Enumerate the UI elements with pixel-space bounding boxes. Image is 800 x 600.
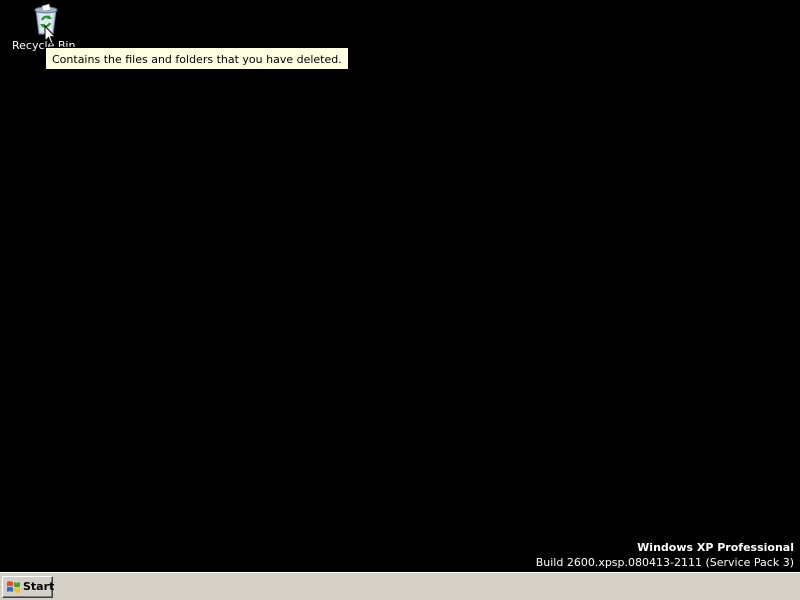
tooltip-text: Contains the files and folders that you … [52,53,342,66]
desktop[interactable]: Recycle Bin Contains the files and folde… [0,0,800,572]
taskbar[interactable]: Start [0,572,800,600]
windows-flag-icon [7,581,20,593]
start-button[interactable]: Start [2,576,55,598]
windows-build-text: Build 2600.xpsp.080413-2111 (Service Pac… [535,556,794,569]
mouse-pointer-icon [44,25,56,45]
windows-version-watermark: Windows XP Professional Build 2600.xpsp.… [536,540,794,570]
start-button-label: Start [23,580,55,593]
recycle-bin-tooltip: Contains the files and folders that you … [45,47,349,70]
windows-edition-text: Windows XP Professional [637,541,794,554]
